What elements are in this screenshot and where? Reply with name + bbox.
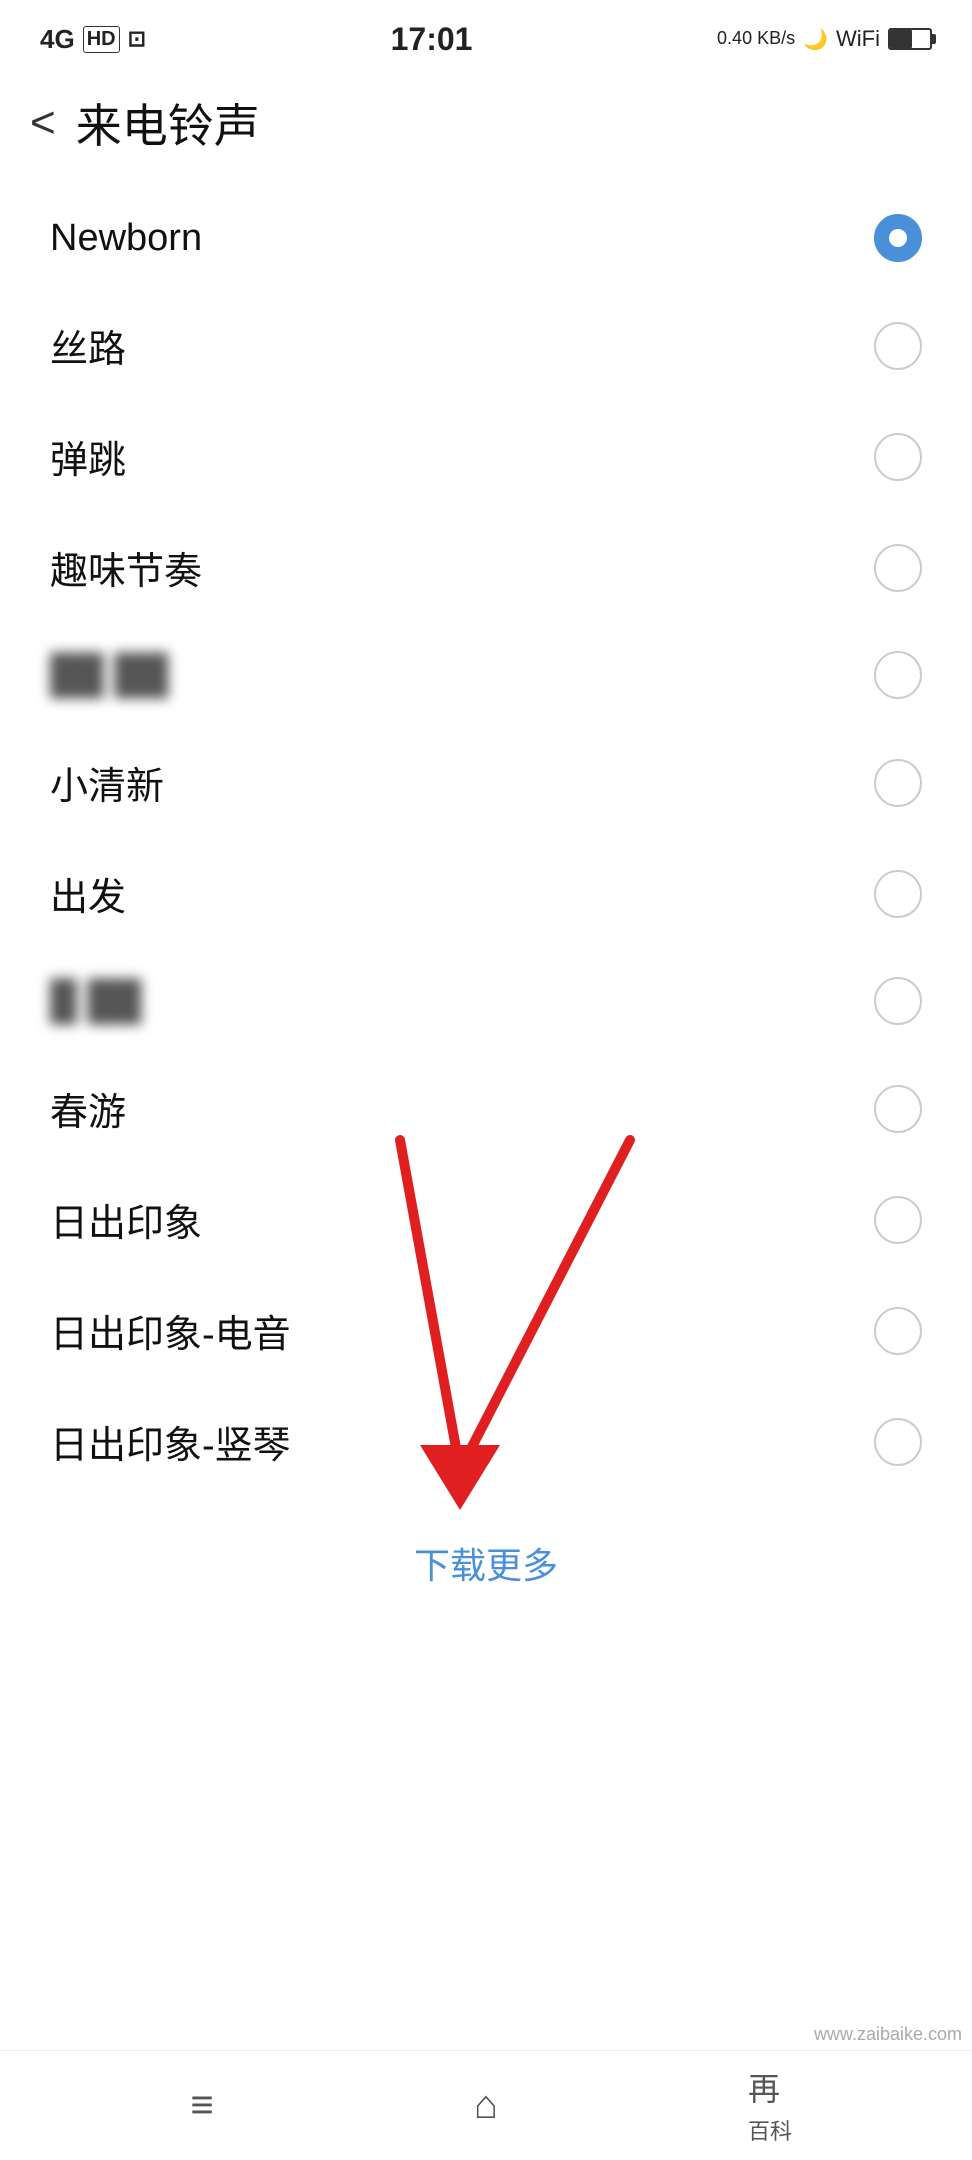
ringtone-name: 出发: [50, 866, 126, 921]
ringtone-item[interactable]: ██ ██: [0, 623, 972, 727]
radio-button[interactable]: [874, 1418, 922, 1466]
radio-button[interactable]: [874, 214, 922, 262]
ringtone-item[interactable]: 丝路: [0, 290, 972, 401]
ringtone-item[interactable]: 趣味节奏: [0, 512, 972, 623]
download-more-section: 下载更多: [0, 1507, 972, 1629]
ringtone-name: 日出印象: [50, 1192, 202, 1247]
radio-button[interactable]: [874, 1085, 922, 1133]
home-icon: ⌂: [474, 2083, 498, 2128]
moon-icon: 🌙: [803, 27, 828, 52]
ringtone-name: 春游: [50, 1081, 126, 1136]
ringtone-item[interactable]: 小清新: [0, 727, 972, 838]
ringtone-item[interactable]: 春游: [0, 1053, 972, 1164]
radio-button[interactable]: [874, 322, 922, 370]
download-more-link[interactable]: 下载更多: [414, 1545, 558, 1586]
wifi-icon: WiFi: [836, 26, 880, 52]
ringtone-name: Newborn: [50, 217, 202, 260]
ringtone-name: 日出印象-竖琴: [50, 1414, 291, 1469]
ringtone-list: Newborn 丝路弹跳趣味节奏 ██ ██ 小清新出发 █ ██ 春游日出印象日出印象-…: [0, 176, 972, 1507]
status-bar: 4G HD ⊡ 17:01 0.40 KB/s 🌙 WiFi: [0, 0, 972, 70]
radio-button[interactable]: [874, 759, 922, 807]
radio-button[interactable]: [874, 977, 922, 1025]
watermark: www.zaibaike.com: [814, 2024, 962, 2045]
status-right-icons: 0.40 KB/s 🌙 WiFi: [717, 26, 932, 52]
ringtone-name: █ ██: [50, 980, 141, 1023]
ringtone-name: 小清新: [50, 755, 164, 810]
radio-button[interactable]: [874, 1196, 922, 1244]
wiki-icon: 再百科: [748, 2064, 792, 2147]
ringtone-name: 丝路: [50, 318, 126, 373]
radio-button[interactable]: [874, 870, 922, 918]
ringtone-item[interactable]: █ ██: [0, 949, 972, 1053]
page-title: 来电铃声: [76, 90, 260, 156]
nav-home[interactable]: ⌂: [344, 2083, 628, 2128]
ringtone-name: ██ ██: [50, 654, 168, 697]
ringtone-name: 趣味节奏: [50, 540, 202, 595]
bottom-navigation: ≡ ⌂ 再百科: [0, 2050, 972, 2160]
nav-wiki[interactable]: 再百科: [628, 2064, 912, 2147]
radio-button[interactable]: [874, 1307, 922, 1355]
status-left-icons: 4G HD ⊡: [40, 24, 146, 55]
ringtone-name: 日出印象-电音: [50, 1303, 291, 1358]
back-button[interactable]: <: [30, 101, 56, 145]
radio-button[interactable]: [874, 651, 922, 699]
ringtone-item[interactable]: Newborn: [0, 186, 972, 290]
ringtone-item[interactable]: 日出印象-竖琴: [0, 1386, 972, 1497]
nav-menu[interactable]: ≡: [60, 2083, 344, 2128]
ringtone-item[interactable]: 日出印象: [0, 1164, 972, 1275]
ringtone-item[interactable]: 弹跳: [0, 401, 972, 512]
ringtone-item[interactable]: 出发: [0, 838, 972, 949]
ringtone-name: 弹跳: [50, 429, 126, 484]
radio-button[interactable]: [874, 433, 922, 481]
signal-text: 4G: [40, 24, 75, 55]
data-speed: 0.40 KB/s: [717, 28, 795, 50]
screen-record-icon: ⊡: [128, 26, 146, 52]
radio-button[interactable]: [874, 544, 922, 592]
hd-icon: HD: [83, 26, 120, 53]
page-header: < 来电铃声: [0, 70, 972, 176]
battery-icon: [888, 28, 932, 50]
menu-icon: ≡: [190, 2083, 213, 2128]
ringtone-item[interactable]: 日出印象-电音: [0, 1275, 972, 1386]
status-time: 17:01: [391, 21, 473, 58]
